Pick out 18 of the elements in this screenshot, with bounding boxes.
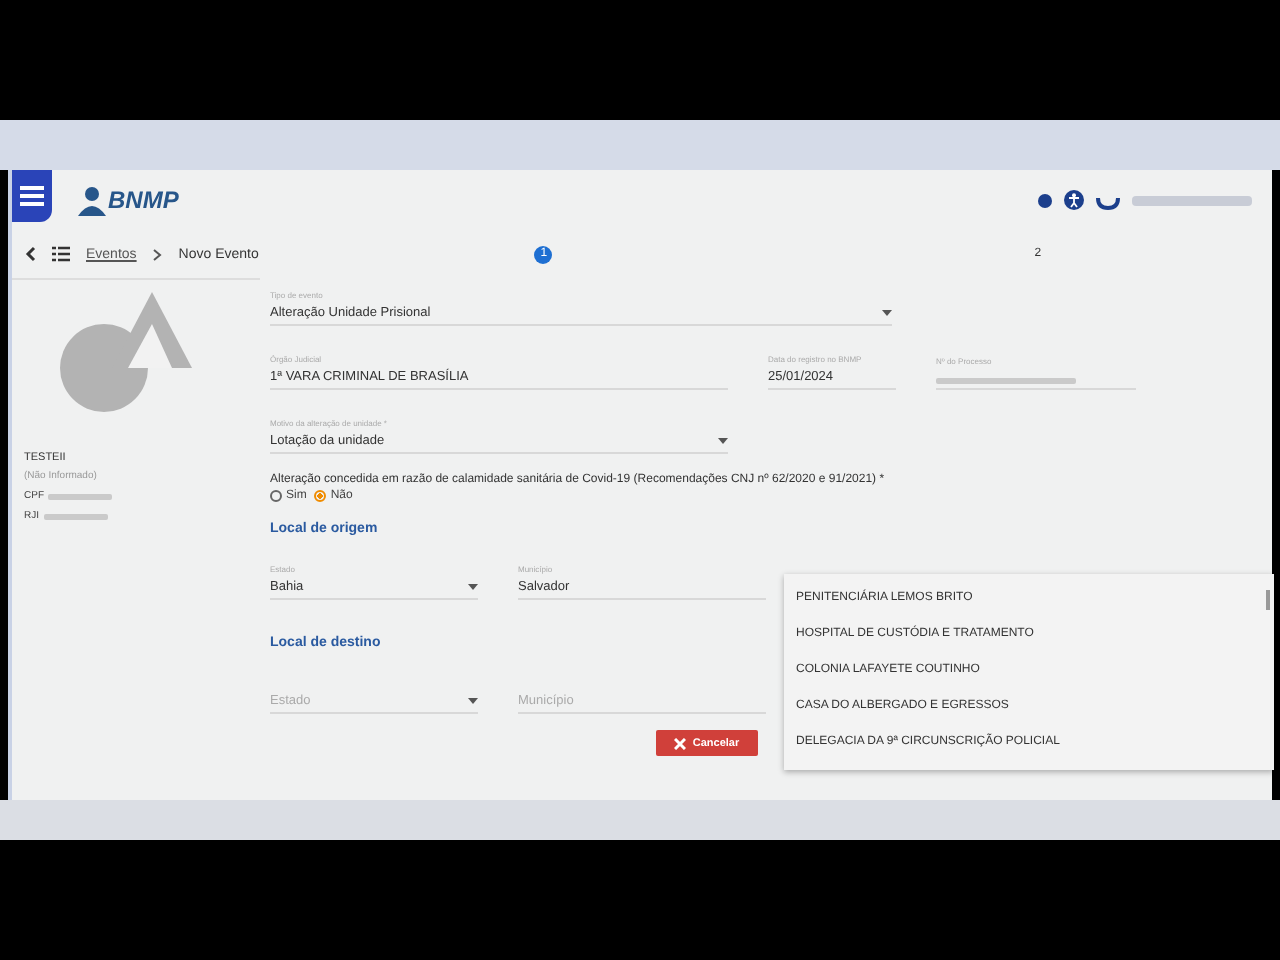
redacted-user bbox=[1132, 195, 1252, 205]
caret-icon bbox=[468, 698, 478, 704]
redacted-value bbox=[48, 493, 112, 499]
back-icon[interactable] bbox=[24, 246, 36, 262]
close-icon bbox=[674, 737, 687, 749]
avatar-placeholder-drawing bbox=[60, 292, 192, 412]
logo-text: BNMP bbox=[108, 186, 179, 214]
chevron-icon bbox=[152, 247, 163, 261]
redacted-value bbox=[43, 513, 107, 519]
menu-button[interactable] bbox=[12, 170, 52, 222]
accessibility-icon[interactable] bbox=[1064, 190, 1084, 210]
list-icon[interactable] bbox=[52, 246, 70, 262]
caret-icon bbox=[882, 310, 892, 316]
caret-icon bbox=[718, 438, 728, 444]
person-icon bbox=[76, 184, 108, 216]
caret-icon bbox=[468, 584, 478, 590]
scrollbar bbox=[1266, 590, 1270, 610]
menu-icon bbox=[20, 186, 44, 206]
